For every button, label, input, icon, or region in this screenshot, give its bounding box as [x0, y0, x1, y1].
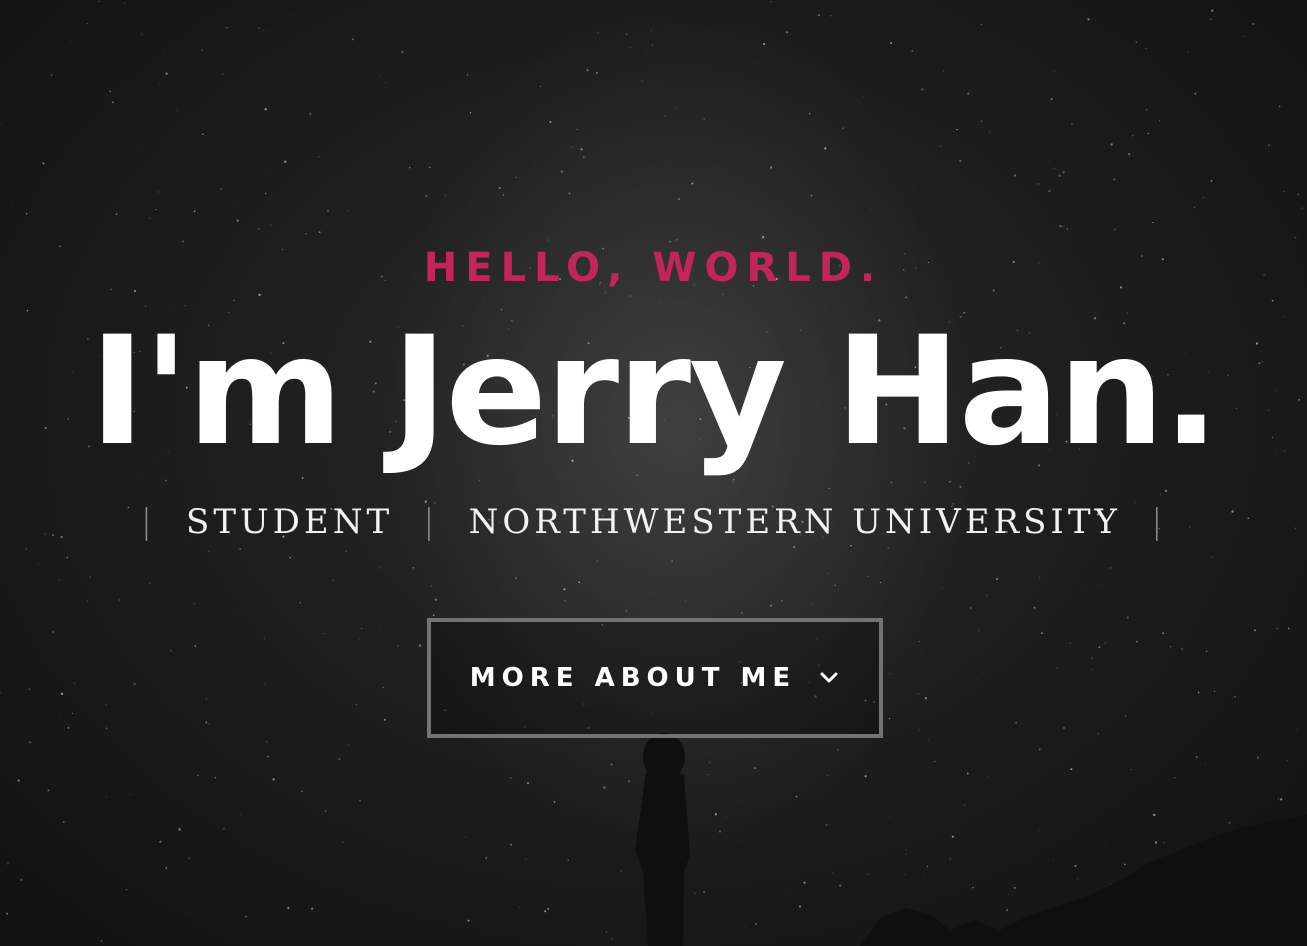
separator: | [140, 502, 157, 542]
role-line: | STUDENT | NORTHWESTERN UNIVERSITY | [0, 496, 1307, 548]
chevron-down-icon [818, 667, 840, 689]
greeting-text: HELLO, WORLD. [423, 245, 884, 291]
more-about-me-label: MORE ABOUT ME [469, 663, 797, 693]
role-student: STUDENT [186, 502, 394, 542]
separator: | [1150, 502, 1167, 542]
hero-headline: I'm Jerry Han. [89, 305, 1219, 479]
separator: | [423, 502, 439, 542]
role-university: NORTHWESTERN UNIVERSITY [468, 502, 1121, 542]
hero-section: HELLO, WORLD. I'm Jerry Han. | STUDENT |… [0, 0, 1307, 946]
more-about-me-button[interactable]: MORE ABOUT ME [427, 618, 883, 738]
